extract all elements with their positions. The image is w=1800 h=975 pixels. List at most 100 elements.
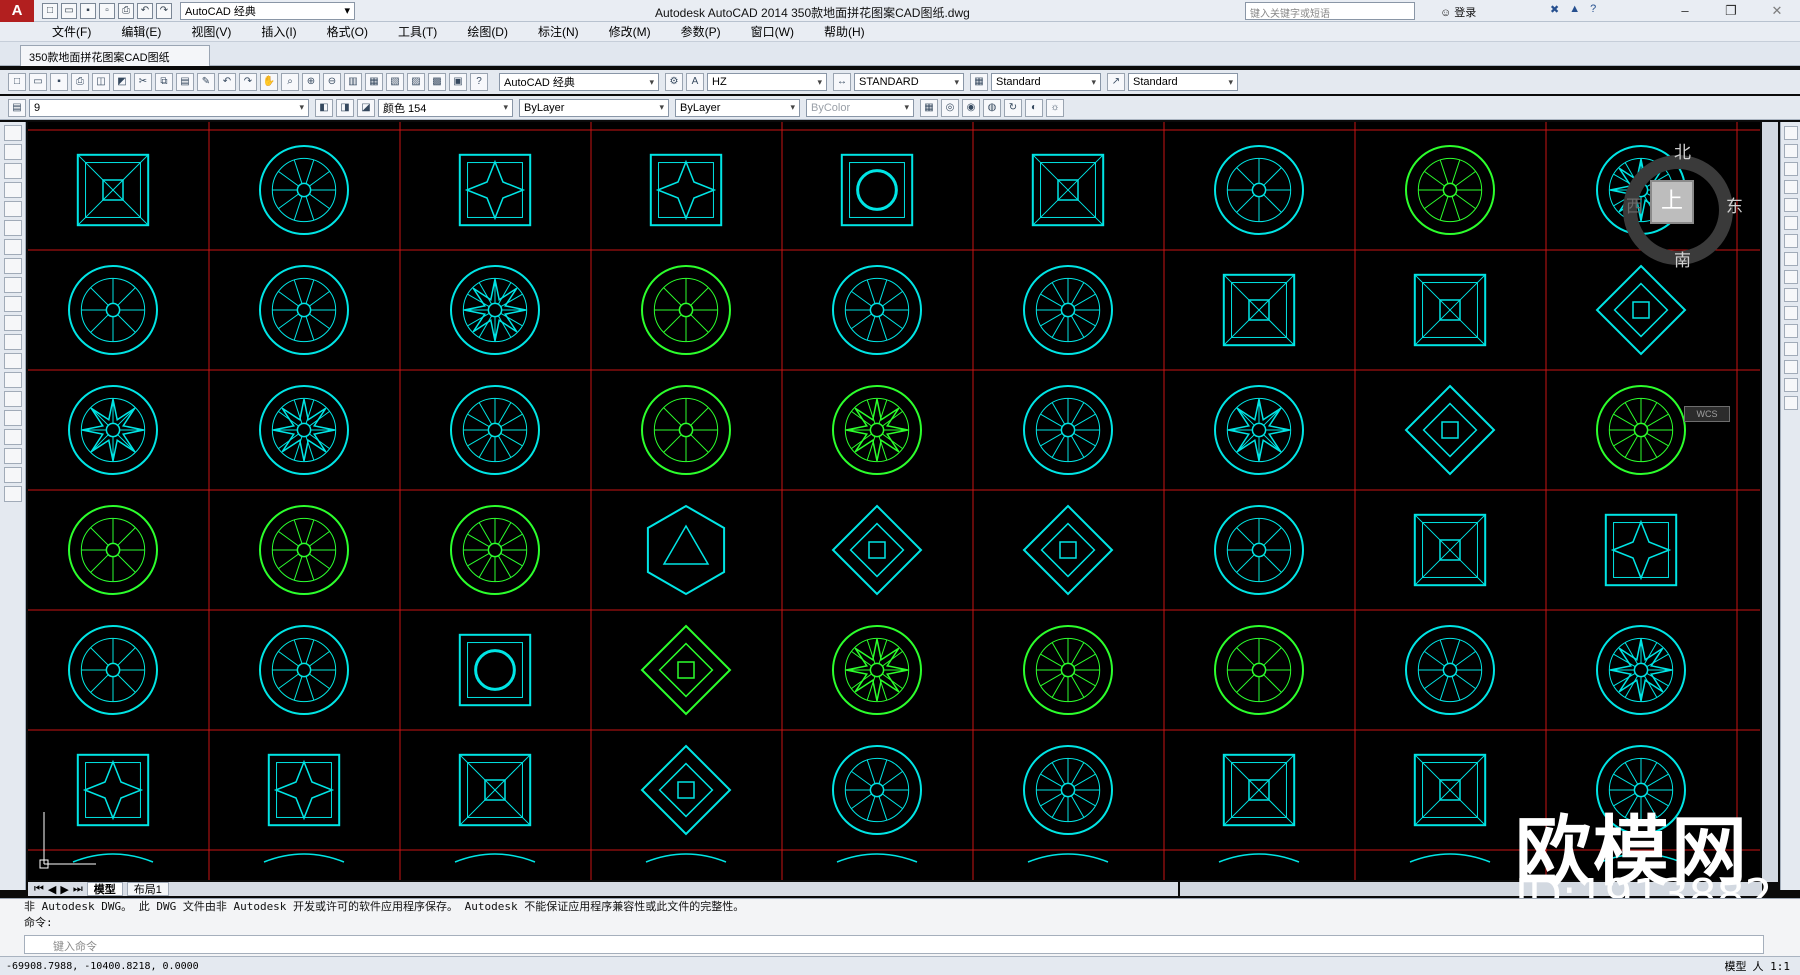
menu-draw[interactable]: 绘图(D) <box>467 23 508 40</box>
add-selected-icon[interactable] <box>3 486 22 502</box>
menu-help[interactable]: 帮助(H) <box>824 23 865 40</box>
pattern-partial[interactable] <box>1218 853 1300 863</box>
tab-nav-prev-icon[interactable]: ◀ <box>48 883 56 896</box>
sheet-set-icon[interactable]: ▨ <box>407 73 425 91</box>
pattern-star8[interactable] <box>1214 385 1304 475</box>
circle-icon[interactable] <box>3 239 22 255</box>
layer-combo[interactable]: 9 ▾ <box>29 98 309 117</box>
break-icon[interactable] <box>1783 324 1798 338</box>
dim-style-icon[interactable]: ↔ <box>833 73 851 91</box>
text-style-icon[interactable]: A <box>686 73 704 91</box>
visual-style-icon[interactable]: ◐ <box>1025 98 1043 117</box>
layer-prev-icon[interactable]: ◧ <box>315 98 333 117</box>
pattern-sq-square[interactable] <box>1222 273 1296 347</box>
command-input[interactable]: 键入命令 <box>24 935 1764 954</box>
pattern-diamond-lat[interactable] <box>831 504 923 596</box>
pattern-green-flower[interactable] <box>641 265 731 355</box>
gear-icon[interactable]: ⚙ <box>665 73 683 91</box>
hatch-icon[interactable] <box>3 391 22 407</box>
viewcube-north[interactable]: 北 <box>1674 138 1691 163</box>
pattern-green-diamond[interactable] <box>640 624 732 716</box>
pattern-cross-circle[interactable] <box>68 265 158 355</box>
redo-icon[interactable]: ↷ <box>156 2 172 19</box>
pattern-green-wreath[interactable] <box>450 505 540 595</box>
fillet-icon[interactable] <box>1783 378 1798 392</box>
offset-icon[interactable] <box>1783 180 1798 194</box>
pattern-diamond-sq2[interactable] <box>1404 384 1496 476</box>
scale-icon[interactable] <box>1783 252 1798 266</box>
pattern-partial[interactable] <box>263 853 345 863</box>
menu-modify[interactable]: 修改(M) <box>609 23 651 40</box>
pattern-sq-fill[interactable] <box>76 153 150 227</box>
markup-icon[interactable]: ▩ <box>428 73 446 91</box>
help-icon[interactable]: ? <box>1590 3 1596 16</box>
revcloud-icon[interactable] <box>3 258 22 274</box>
menu-window[interactable]: 窗口(W) <box>751 23 794 40</box>
viewcube-south[interactable]: 南 <box>1674 246 1691 271</box>
undo-icon[interactable]: ↶ <box>218 73 236 91</box>
region-icon[interactable] <box>3 429 22 445</box>
redo-icon[interactable]: ↷ <box>239 73 257 91</box>
pattern-star-circle[interactable] <box>259 385 349 475</box>
arc-icon[interactable] <box>3 220 22 236</box>
pattern-wheel[interactable] <box>1214 145 1304 235</box>
pattern-partial[interactable] <box>645 853 727 863</box>
pattern-cross-sq[interactable] <box>1413 513 1487 587</box>
save-as-icon[interactable]: ▫ <box>99 2 115 19</box>
pattern-sq-frame[interactable] <box>1413 273 1487 347</box>
array-icon[interactable] <box>1783 198 1798 212</box>
mleader-style-icon[interactable]: ↗ <box>1107 73 1125 91</box>
pattern-sq-grid[interactable] <box>458 753 532 827</box>
insert-block-icon[interactable] <box>3 334 22 350</box>
menu-view[interactable]: 视图(V) <box>191 23 231 40</box>
plotstyle-combo[interactable]: ByColor ▾ <box>806 98 914 117</box>
mleader-style-combo[interactable]: Standard ▾ <box>1128 73 1238 91</box>
pattern-partial[interactable] <box>454 853 536 863</box>
wcs-menu[interactable]: WCS <box>1684 406 1730 422</box>
properties-icon[interactable]: ▥ <box>344 73 362 91</box>
pattern-circle-cross[interactable] <box>832 745 922 835</box>
pattern-sq-pattern2[interactable] <box>1413 753 1487 827</box>
make-block-icon[interactable] <box>3 353 22 369</box>
document-tab[interactable]: 350款地面拼花图案CAD图纸 <box>20 45 210 66</box>
pattern-diamond-sq[interactable] <box>1595 264 1687 356</box>
calc-icon[interactable]: ▣ <box>449 73 467 91</box>
pattern-star-burst[interactable] <box>1596 625 1686 715</box>
pattern-green-flower2[interactable] <box>259 505 349 595</box>
layer-state-icon[interactable]: ◪ <box>357 98 375 117</box>
pattern-pinwheel2[interactable] <box>1023 745 1113 835</box>
plot-icon[interactable]: ⎙ <box>71 73 89 91</box>
join-icon[interactable] <box>1783 342 1798 356</box>
viewcube-east[interactable]: 东 <box>1726 192 1743 217</box>
color-combo[interactable]: 颜色 154 ▾ <box>378 98 513 117</box>
vertical-scrollbar[interactable] <box>1762 122 1778 882</box>
camera-icon[interactable]: ◉ <box>962 98 980 117</box>
zoom-window-icon[interactable]: ⊕ <box>302 73 320 91</box>
polygon-icon[interactable] <box>3 182 22 198</box>
viewcube-west[interactable]: 西 <box>1626 192 1643 217</box>
workspace-dropdown[interactable]: AutoCAD 经典 ▾ <box>180 1 355 20</box>
pattern-partial[interactable] <box>1409 853 1491 863</box>
layer-current-icon[interactable]: ◨ <box>336 98 354 117</box>
cut-icon[interactable]: ✂ <box>134 73 152 91</box>
extend-icon[interactable] <box>1783 306 1798 320</box>
pattern-pinwheel[interactable] <box>259 265 349 355</box>
linetype-combo[interactable]: ByLayer ▾ <box>519 98 669 117</box>
annotation-scale[interactable]: 人 1:1 <box>1753 958 1791 974</box>
pattern-sq-star[interactable] <box>267 753 341 827</box>
menu-edit[interactable]: 编辑(E) <box>121 23 161 40</box>
pattern-mandala[interactable] <box>68 625 158 715</box>
pattern-green-star2[interactable] <box>832 625 922 715</box>
drawing-canvas[interactable]: 北 东 西 南 上 WCS <box>28 122 1760 880</box>
new-file-icon[interactable]: □ <box>42 2 58 19</box>
dim-style-combo[interactable]: STANDARD ▾ <box>854 73 964 91</box>
tab-nav-next-icon[interactable]: ▶ <box>60 883 68 896</box>
spline-icon[interactable] <box>3 277 22 293</box>
pattern-green-flower3[interactable] <box>1023 625 1113 715</box>
ellipse-arc-icon[interactable] <box>3 315 22 331</box>
ellipse-icon[interactable] <box>3 296 22 312</box>
menu-tools[interactable]: 工具(T) <box>398 23 437 40</box>
pattern-partial[interactable] <box>1027 853 1109 863</box>
chamfer-icon[interactable] <box>1783 360 1798 374</box>
pattern-green-cross[interactable] <box>1405 145 1495 235</box>
